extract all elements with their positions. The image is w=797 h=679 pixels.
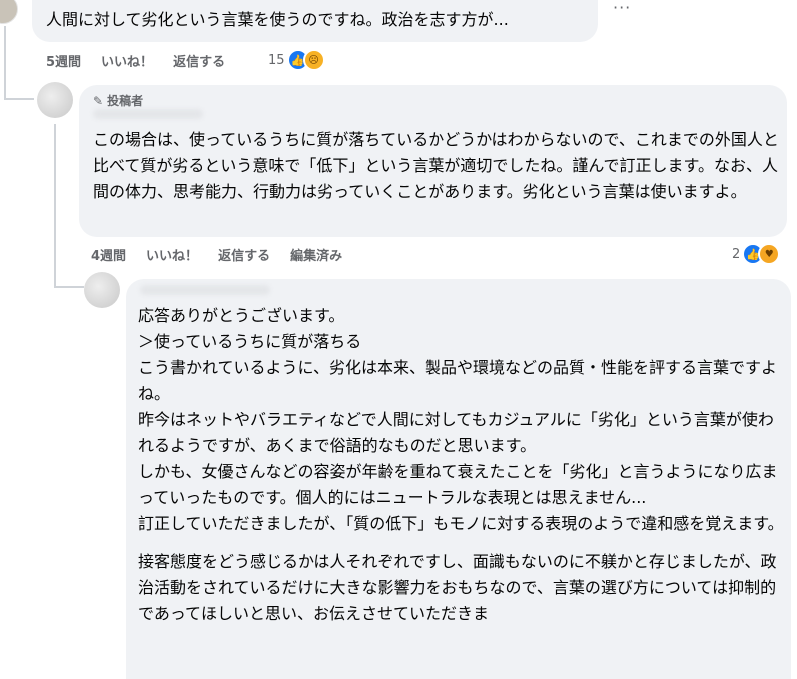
reaction-summary[interactable]: 2 👍 ♥ [732, 243, 781, 265]
more-options-icon[interactable]: ··· [613, 0, 631, 16]
avatar[interactable] [84, 272, 120, 308]
comment-line: 訂正していただきましたが、「質の低下」もモノに対する表現のようで違和感を覚えます… [138, 514, 784, 533]
comment-text: 人間に対して劣化という言葉を使うのですね。政治を志す方が... [46, 10, 509, 29]
comment-bubble: 応答ありがとうございます。 ＞使っているうちに質が落ちる こう書かれているように… [126, 279, 791, 679]
like-button[interactable]: いいね！ [101, 51, 153, 70]
pencil-icon: ✎ [93, 93, 104, 108]
reaction-count: 2 [732, 246, 741, 262]
reaction-summary[interactable]: 15 👍 ☹ [268, 49, 325, 71]
author-badge-label: 投稿者 [107, 94, 144, 108]
comment-line: こう書かれているように、劣化は本来、製品や環境などの品質・性能を評する言葉ですよ… [138, 358, 778, 403]
avatar[interactable] [0, 0, 18, 24]
comment-text: 応答ありがとうございます。 ＞使っているうちに質が落ちる こう書かれているように… [138, 303, 784, 627]
thread-line [4, 98, 34, 100]
comment-time[interactable]: 5週間 [46, 51, 81, 70]
comment-line: 昨今はネットやバラエティなどで人間に対してもカジュアルに「劣化」という言葉が使わ… [138, 410, 774, 455]
author-badge: ✎ 投稿者 [93, 92, 143, 109]
comment-actions: 5週間 いいね！ 返信する [46, 51, 245, 70]
avatar[interactable] [37, 82, 73, 118]
edited-label: 編集済み [290, 249, 343, 264]
comment-bubble: ✎ 投稿者 この場合は、使っているうちに質が落ちているかどうかはわからないので、… [79, 85, 787, 237]
thread-line [54, 124, 56, 288]
reply-button[interactable]: 返信する [218, 245, 270, 264]
care-icon: ♥ [758, 243, 781, 265]
comment-time[interactable]: 4週間 [91, 245, 126, 264]
comment-actions: 4週間 いいね！ 返信する 編集済み [91, 245, 362, 264]
reply-button[interactable]: 返信する [173, 51, 225, 70]
thread-line [4, 26, 6, 100]
author-name[interactable] [140, 285, 270, 295]
comment-line: しかも、女優さんなどの容姿が年齢を重ねて衰えたことを「劣化」と言うようになり広ま… [138, 462, 778, 507]
author-name[interactable] [93, 109, 203, 119]
comment-line: 接客態度をどう感じるかは人それぞれですし、面識もないのに不躾かと存じましたが、政… [138, 552, 777, 623]
reaction-count: 15 [268, 52, 285, 68]
thread-line [54, 286, 84, 288]
comment-text: この場合は、使っているうちに質が落ちているかどうかはわからないので、これまでの外… [93, 130, 779, 201]
like-button[interactable]: いいね！ [146, 245, 198, 264]
sad-icon: ☹ [302, 49, 325, 71]
comment-line: 応答ありがとうございます。 [138, 306, 345, 325]
comment-bubble: 人間に対して劣化という言葉を使うのですね。政治を志す方が... [32, 0, 598, 42]
comment-line: ＞使っているうちに質が落ちる [138, 332, 362, 351]
comment-line [138, 537, 784, 549]
